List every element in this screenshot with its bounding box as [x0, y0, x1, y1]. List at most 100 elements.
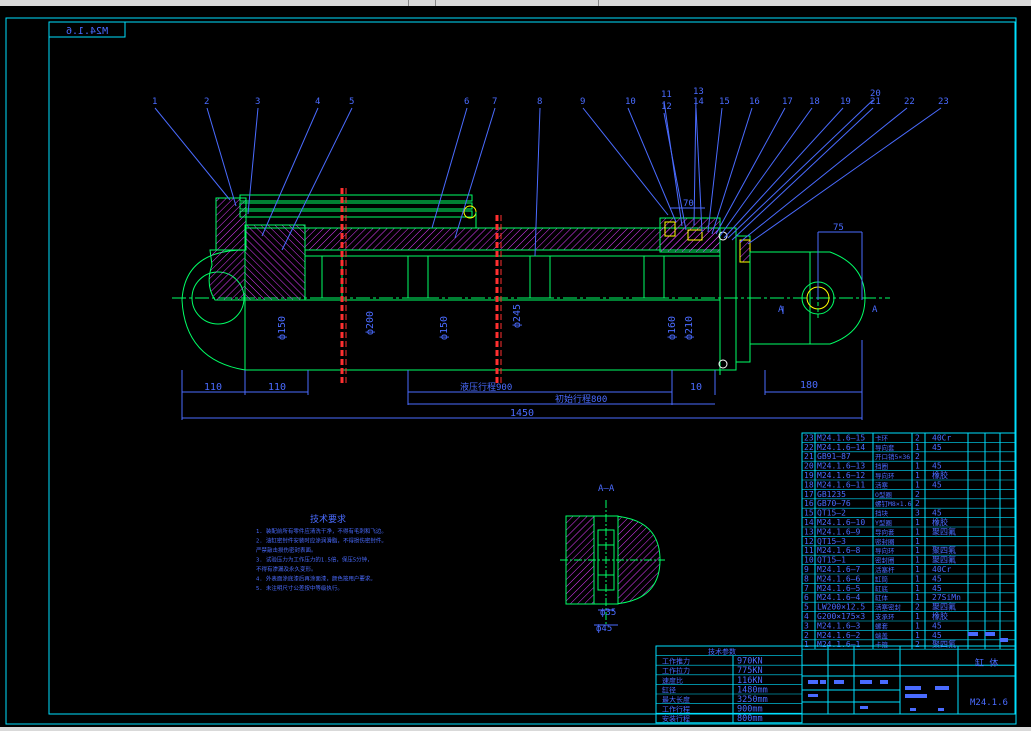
balloon-leader: [695, 107, 703, 233]
balloon-label: 16: [749, 97, 760, 107]
bom-name: 挡圈: [875, 462, 888, 471]
bom-qty: 1: [915, 565, 920, 574]
bom-code: M24.1.6—8: [817, 546, 861, 555]
bom-name: 卡环: [875, 433, 889, 442]
bom-name: 端盖: [875, 631, 889, 640]
balloon-leader: [206, 107, 237, 207]
balloon-label: 3: [255, 97, 260, 107]
bom-qty: 1: [915, 631, 920, 640]
bom-no: 9: [804, 565, 809, 574]
bom-name: 螺套: [875, 621, 889, 630]
bom-no: 18: [804, 480, 814, 489]
bom-qty: 1: [915, 527, 920, 536]
bom-mat: 45: [932, 462, 942, 471]
bom-code: M24.1.6—10: [817, 518, 865, 527]
dim-d35: ф35: [600, 608, 616, 618]
bom-mat: 45: [932, 443, 942, 452]
bom-no: 15: [804, 509, 814, 518]
params-value: 800mm: [737, 714, 763, 724]
dim-d210: ф210: [683, 316, 695, 340]
end-cap-section: [208, 249, 246, 301]
params-key: 速度比: [662, 676, 683, 685]
bom-no: 14: [804, 518, 814, 527]
bom-no: 10: [804, 556, 814, 565]
bom-no: 23: [804, 433, 814, 442]
balloon-leader: [627, 107, 677, 223]
bom-name: 挡块: [875, 509, 889, 518]
tech-req-line: 2. 油缸密封件安装时应涂润滑脂，不得损伤密封件。: [256, 537, 387, 545]
dim-75: 75: [833, 223, 844, 233]
params-key: 缸径: [662, 685, 676, 694]
bom-name: 活塞杆: [875, 565, 895, 574]
dim-110b: 110: [268, 382, 286, 393]
bom-qty: 2: [915, 433, 920, 442]
balloon-label: 2: [204, 97, 209, 107]
dim-1450: 1450: [510, 408, 534, 419]
bom-qty: 1: [915, 480, 920, 489]
cut-label-right: A: [872, 305, 878, 315]
cylinder-assembly: A A ф150 ф200 ф150 ф245 ф160 ф210 70 75: [172, 188, 890, 420]
bom-mat: 40Cr: [932, 565, 951, 574]
balloon-label: 4: [315, 97, 320, 107]
bom-code: QT15—1: [817, 556, 846, 565]
bom-no: 2: [804, 631, 809, 640]
bom-name: 导向套: [875, 527, 895, 536]
balloon-label: 14: [693, 97, 704, 107]
inner-frame: [48, 21, 1016, 715]
bom-no: 13: [804, 527, 814, 536]
piston-land-2: [407, 255, 429, 299]
balloon-leader: [707, 107, 723, 233]
params-key: 安装行程: [662, 714, 690, 723]
tech-req-line: 1. 装配前所有零件应清洗干净，不得有毛刺和飞边。: [256, 527, 387, 535]
oil-pipe-top: [239, 194, 473, 202]
balloon-label: 23: [938, 97, 949, 107]
window-bottom-bar: [0, 727, 1031, 731]
drawing-canvas[interactable]: M24.1.6 A A ф150 ф200 ф150 ф245 ф160 ф21…: [0, 0, 1031, 731]
title-block-label: 缸 体: [975, 657, 998, 669]
balloon-label: 19: [840, 97, 851, 107]
balloon-label: 11: [661, 90, 672, 100]
piston-land-3: [529, 255, 551, 299]
bom-code: LW200×12.5: [817, 603, 865, 612]
bom-name: 螺钉M8×1.6: [875, 499, 912, 508]
dim-110a: 110: [204, 382, 222, 393]
bom-no: 16: [804, 499, 814, 508]
bom-no: 17: [804, 490, 814, 499]
balloon-label: 8: [537, 97, 542, 107]
bom-mat: 45: [932, 509, 942, 518]
tech-req-line: 5. 未注明尺寸公差按中等级执行。: [256, 584, 343, 592]
bom-mat: 聚四氟: [932, 639, 956, 649]
tech-req-title: 技术要求: [310, 513, 346, 525]
bom-qty: 2: [915, 640, 920, 649]
bom-code: M24.1.6—5: [817, 584, 861, 593]
bom-name: 导向套: [875, 443, 895, 452]
bom-code: G200×175×3: [817, 612, 865, 621]
drawing-code-mirrored: M24.1.6: [66, 26, 108, 37]
piston-land-1: [321, 255, 343, 299]
bom-name: 密封圈: [875, 556, 895, 565]
balloon-label: 5: [349, 97, 354, 107]
bom-code: M24.1.6—14: [817, 443, 865, 452]
balloon-leader: [739, 107, 908, 243]
bom-code: QT15—3: [817, 537, 846, 546]
bom-qty: 1: [915, 518, 920, 527]
balloon-leader: [693, 97, 697, 227]
barrel-wall-section: [304, 227, 721, 251]
bom-mat: 45: [932, 584, 942, 593]
bom-qty: 1: [915, 443, 920, 452]
bom-name: Y型圈: [875, 518, 892, 527]
balloon-label: 9: [580, 97, 585, 107]
bom-no: 11: [804, 546, 814, 555]
bom-code: QT15—2: [817, 509, 846, 518]
dim-stroke-label: 液压行程900: [460, 381, 512, 393]
balloon-label: 15: [719, 97, 730, 107]
dim-10: 10: [690, 382, 702, 393]
title-block-code: M24.1.6: [970, 698, 1008, 708]
bom-qty: 1: [915, 612, 920, 621]
balloon-label: 17: [782, 97, 793, 107]
bom-no: 19: [804, 471, 814, 480]
bom-no: 21: [804, 452, 814, 461]
bom-code: M24.1.6—11: [817, 480, 865, 489]
pipe-fitting: [463, 205, 477, 219]
balloon-label: 22: [904, 97, 915, 107]
